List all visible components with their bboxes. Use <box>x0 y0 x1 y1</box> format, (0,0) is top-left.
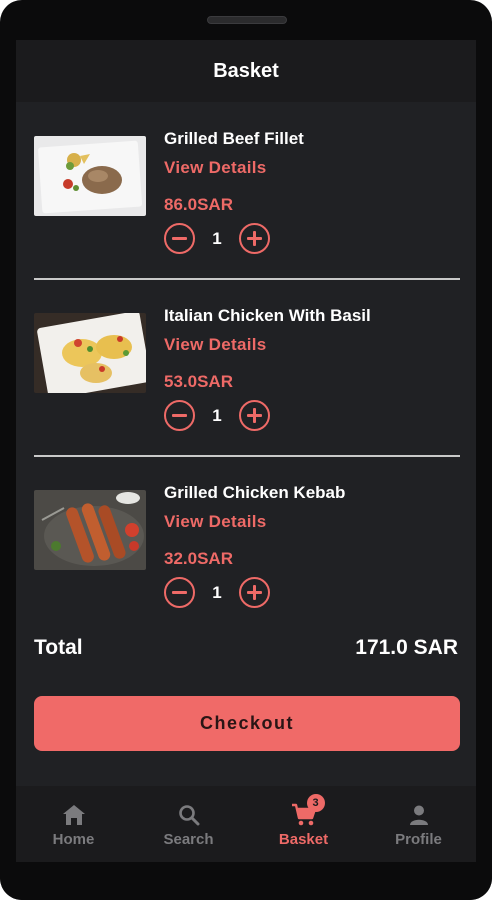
nav-label: Basket <box>278 831 329 848</box>
item-image <box>34 136 146 216</box>
quantity-stepper: 1 <box>164 223 270 254</box>
view-details-link[interactable]: View Details <box>164 158 267 178</box>
decrease-button[interactable] <box>164 223 195 254</box>
search-icon <box>178 802 200 828</box>
view-details-link[interactable]: View Details <box>164 335 267 355</box>
checkout-button[interactable]: Checkout <box>34 696 460 751</box>
nav-item-home[interactable]: Home <box>16 786 131 862</box>
minus-icon <box>172 591 187 594</box>
item-divider <box>34 278 460 280</box>
item-price: 86.0SAR <box>164 195 233 214</box>
nav-label: Home <box>52 831 95 848</box>
person-icon <box>408 802 430 828</box>
speaker-grille <box>207 16 287 24</box>
quantity-value: 1 <box>212 405 222 425</box>
minus-icon <box>172 237 187 240</box>
item-name: Italian Chicken With Basil <box>164 306 371 325</box>
nav-item-search[interactable]: Search <box>131 786 246 862</box>
total-value: 171.0 SAR <box>355 636 458 659</box>
increase-button[interactable] <box>239 577 270 608</box>
top-bar: Basket <box>16 40 476 102</box>
item-price: 53.0SAR <box>164 372 233 391</box>
quantity-value: 1 <box>212 228 222 248</box>
view-details-link[interactable]: View Details <box>164 512 267 532</box>
decrease-button[interactable] <box>164 577 195 608</box>
phone-frame: Basket Grilled Beef Fillet View Details <box>0 0 492 900</box>
total-label: Total <box>34 636 83 659</box>
nav-item-profile[interactable]: Profile <box>361 786 476 862</box>
quantity-stepper: 1 <box>164 577 270 608</box>
nav-label: Profile <box>395 831 442 848</box>
decrease-button[interactable] <box>164 400 195 431</box>
home-icon <box>62 802 86 828</box>
item-image <box>34 313 146 393</box>
increase-button[interactable] <box>239 400 270 431</box>
bottom-navigation: Home Search 3 Basket Profile <box>16 786 476 862</box>
item-name: Grilled Beef Fillet <box>164 129 304 148</box>
item-divider <box>34 455 460 457</box>
page-title: Basket <box>213 59 279 82</box>
item-price: 32.0SAR <box>164 549 233 568</box>
app-screen: Basket Grilled Beef Fillet View Details <box>16 40 476 862</box>
item-image <box>34 490 146 570</box>
quantity-value: 1 <box>212 582 222 602</box>
item-name: Grilled Chicken Kebab <box>164 483 346 502</box>
cart-count-badge: 3 <box>306 794 325 812</box>
minus-icon <box>172 414 187 417</box>
increase-button[interactable] <box>239 223 270 254</box>
cart-icon: 3 <box>291 794 325 828</box>
nav-item-basket[interactable]: 3 Basket <box>246 786 361 862</box>
bottom-bezel <box>0 862 492 900</box>
quantity-stepper: 1 <box>164 400 270 431</box>
nav-label: Search <box>163 831 214 848</box>
